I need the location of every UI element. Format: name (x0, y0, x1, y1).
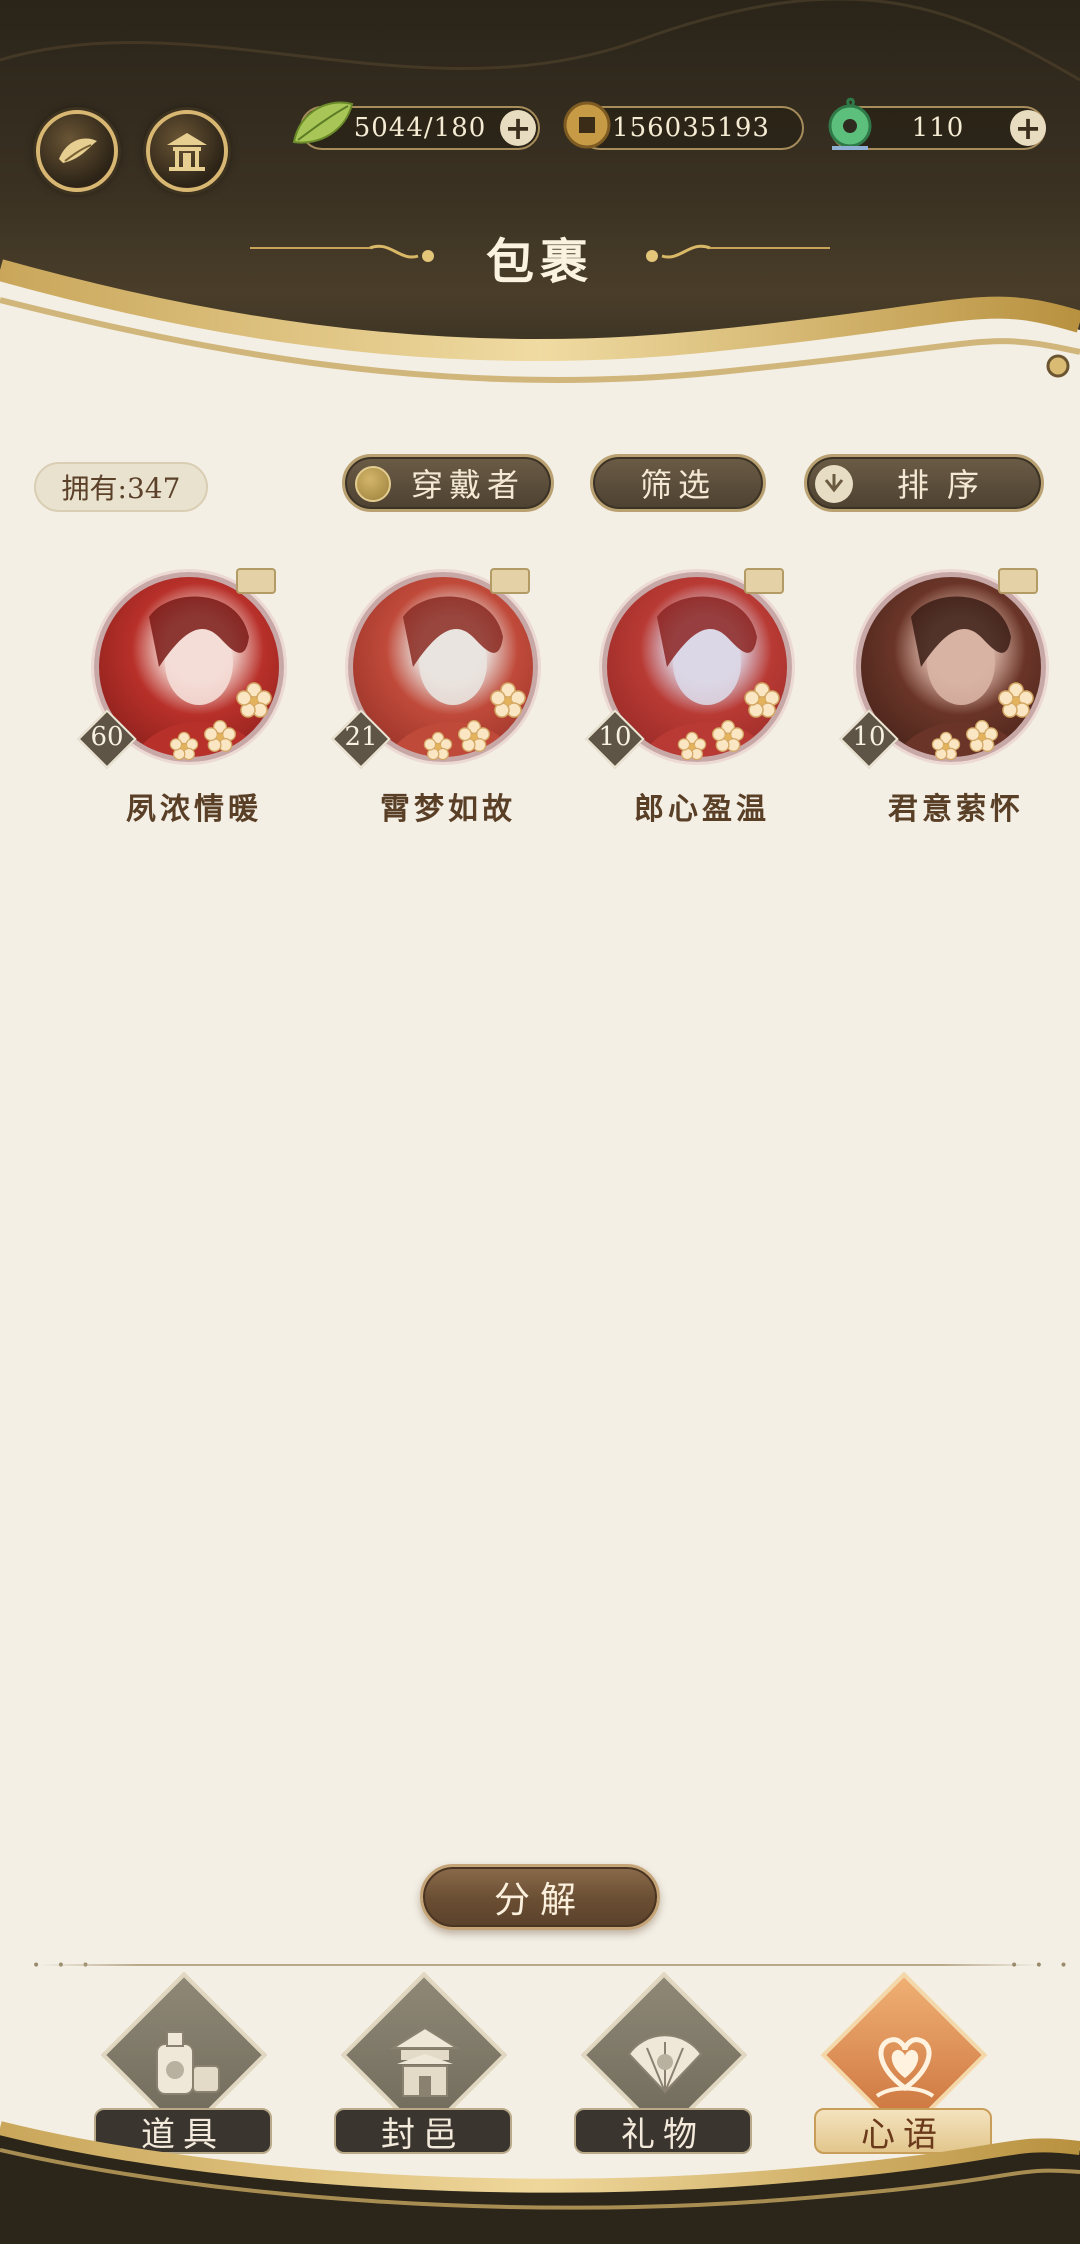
divider-dots-right: • • • (1010, 1958, 1074, 1974)
plum-blossom-icon (744, 682, 780, 718)
card-name: 郎心盈温 (634, 792, 770, 827)
green-leaf-icon (292, 101, 354, 144)
plum-blossom-icon (998, 682, 1034, 718)
lock-tag-icon (490, 568, 530, 594)
plum-blossom-icon (931, 731, 961, 761)
decompose-button[interactable]: 分解 (420, 1864, 660, 1930)
plum-blossom-icon (204, 720, 236, 752)
jade-value: 110 (911, 113, 965, 143)
plum-blossom-icon (490, 682, 526, 718)
plum-blossom-icon (458, 720, 490, 752)
card-name: 霄梦如故 (380, 792, 516, 827)
plum-blossom-icon (423, 731, 453, 761)
divider-dots-left: • • • (32, 1958, 96, 1974)
bottom-gold-band (0, 2121, 1080, 2244)
pavilion-icon (167, 133, 207, 171)
toggle-indicator-icon (355, 466, 391, 502)
stamina-value: 5044/180 (353, 113, 487, 143)
level-text: 60 (90, 722, 124, 752)
level-text: 10 (852, 722, 886, 752)
plum-blossom-icon (966, 720, 998, 752)
lock-tag-icon (998, 568, 1038, 594)
filter-button[interactable]: 筛选 (590, 454, 766, 512)
crane-menu-button[interactable] (36, 110, 118, 192)
sort-button[interactable]: 排序 (804, 454, 1044, 512)
character-card[interactable]: 10 君意萦怀 (839, 568, 1046, 828)
card-name: 夙浓情暖 (126, 792, 262, 827)
level-text: 10 (598, 722, 632, 752)
sort-down-icon (815, 465, 853, 503)
character-card[interactable]: 60 夙浓情暖 (77, 568, 284, 828)
lock-tag-icon (236, 568, 276, 594)
title-ornament-right (646, 244, 830, 262)
decompose-label: 分解 (493, 1880, 586, 1921)
plum-blossom-icon (236, 682, 272, 718)
character-card[interactable]: 21 霄梦如故 (331, 568, 538, 828)
top-banner (0, 0, 1080, 420)
plum-blossom-icon (712, 720, 744, 752)
page-title: 包裹 (485, 234, 594, 290)
tab-divider (40, 1964, 1040, 1966)
items-icon (156, 2031, 220, 2095)
coin-value: 156035193 (612, 113, 770, 143)
jade-pendant-icon (828, 97, 872, 150)
character-card[interactable]: 10 郎心盈温 (585, 568, 792, 828)
add-stamina-button[interactable]: + (500, 110, 536, 146)
wearer-label: 穿戴者 (410, 466, 525, 504)
crane-feather-icon (59, 138, 97, 163)
plum-blossom-icon (677, 731, 707, 761)
pavilion-menu-button[interactable] (146, 110, 228, 192)
banner-wave-decoration (0, 0, 1080, 420)
level-text: 21 (344, 722, 378, 752)
copper-coin-icon (563, 101, 611, 149)
owned-count-badge: 拥有:347 (34, 462, 208, 512)
gift-fan-icon (627, 2034, 703, 2094)
heart-knot-icon (875, 2037, 935, 2098)
fief-tower-icon (389, 2026, 461, 2097)
plum-blossom-icon (169, 731, 199, 761)
card-name: 君意萦怀 (888, 792, 1024, 827)
lock-tag-icon (744, 568, 784, 594)
owned-count-text: 拥有:347 (61, 472, 181, 505)
filter-label: 筛选 (639, 466, 716, 504)
sort-label: 排序 (896, 466, 997, 504)
add-jade-button[interactable]: + (1010, 110, 1046, 146)
wearer-toggle-button[interactable]: 穿戴者 (342, 454, 554, 512)
